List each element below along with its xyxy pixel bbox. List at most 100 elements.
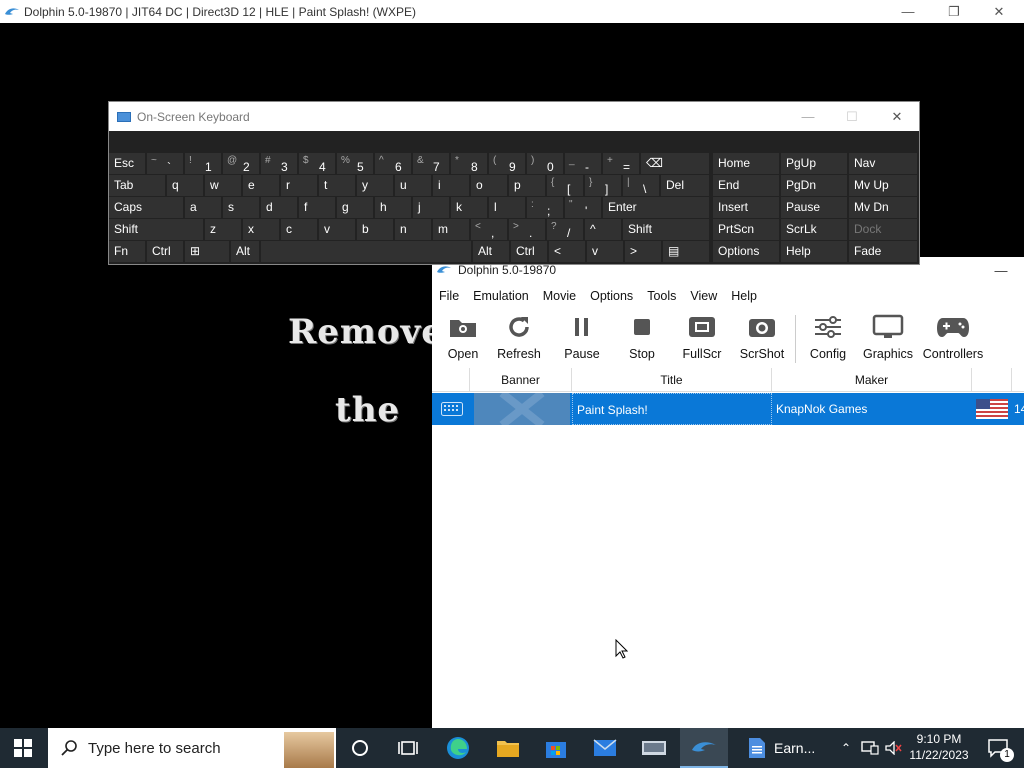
screenshot-button[interactable]: ScrShot [738, 311, 786, 367]
column-header-banner[interactable]: Banner [470, 368, 572, 392]
osk-key[interactable]: o [471, 175, 507, 196]
osk-key[interactable]: ^ 6 [375, 153, 411, 174]
osk-key[interactable]: ▤ [663, 241, 709, 262]
stop-button[interactable]: Stop [622, 311, 662, 367]
task-view-button[interactable] [385, 728, 431, 768]
osk-key[interactable]: j [413, 197, 449, 218]
close-button[interactable]: ✕ [976, 0, 1022, 23]
osk-key[interactable]: Shift [623, 219, 709, 240]
osk-nav-key[interactable]: PrtScn [713, 219, 779, 240]
osk-key[interactable]: r [281, 175, 317, 196]
osk-key[interactable]: t [319, 175, 355, 196]
osk-nav-key[interactable]: Insert [713, 197, 779, 218]
osk-key[interactable]: ⌫ [641, 153, 709, 174]
notification-button[interactable]: 1 [978, 728, 1018, 768]
menu-view[interactable]: View [683, 289, 724, 303]
osk-key[interactable]: g [337, 197, 373, 218]
osk-key[interactable]: v [587, 241, 623, 262]
table-row[interactable]: Paint Splash! KnapNok Games 14 [432, 389, 1024, 429]
fullscreen-button[interactable]: FullScr [680, 311, 724, 367]
pause-button[interactable]: Pause [562, 311, 602, 367]
word-app[interactable]: Earn... [734, 728, 824, 768]
osk-key[interactable]: _ - [565, 153, 601, 174]
osk-nav-key[interactable]: End [713, 175, 779, 196]
osk-key[interactable]: Ctrl [511, 241, 547, 262]
osk-key[interactable]: < [549, 241, 585, 262]
osk-key[interactable]: e [243, 175, 279, 196]
clock[interactable]: 9:10 PM 11/22/2023 [904, 731, 974, 763]
osk-key[interactable]: " ' [565, 197, 601, 218]
osk-key[interactable]: p [509, 175, 545, 196]
start-button[interactable] [0, 728, 46, 768]
osk-nav-key[interactable]: PgUp [781, 153, 847, 174]
controllers-button[interactable]: Controllers [923, 311, 983, 367]
osk-key[interactable]: s [223, 197, 259, 218]
chevron-up-icon[interactable]: ⌃ [836, 728, 856, 768]
osk-key[interactable]: @2 [223, 153, 259, 174]
menu-help[interactable]: Help [724, 289, 764, 303]
osk-key[interactable]: y [357, 175, 393, 196]
osk-key[interactable]: l [489, 197, 525, 218]
cortana-button[interactable] [337, 728, 383, 768]
store-app[interactable] [533, 728, 579, 768]
osk-key[interactable]: b [357, 219, 393, 240]
osk-nav-key[interactable]: Mv Dn [849, 197, 917, 218]
osk-key[interactable]: ⊞ [185, 241, 229, 262]
osk-key[interactable]: ~ ` [147, 153, 183, 174]
osk-key[interactable]: u [395, 175, 431, 196]
menu-file[interactable]: File [432, 289, 466, 303]
osk-key[interactable]: h [375, 197, 411, 218]
osk-key[interactable]: Ctrl [147, 241, 183, 262]
open-button[interactable]: Open [443, 311, 483, 367]
osk-key[interactable]: <, [471, 219, 507, 240]
osk-titlebar[interactable]: On-Screen Keyboard — ☐ ✕ [109, 102, 919, 131]
config-button[interactable]: Config [806, 311, 850, 367]
osk-key[interactable]: q [167, 175, 203, 196]
osk-nav-key[interactable]: Options [713, 241, 779, 262]
game-titlebar[interactable]: Dolphin 5.0-19870 | JIT64 DC | Direct3D … [0, 0, 1024, 23]
restore-button[interactable]: ❐ [931, 0, 977, 23]
osk-key[interactable]: k [451, 197, 487, 218]
osk-key[interactable]: #3 [261, 153, 297, 174]
osk-key[interactable]: | \ [623, 175, 659, 196]
mail-app[interactable] [582, 728, 628, 768]
osk-key[interactable]: f [299, 197, 335, 218]
osk-key[interactable]: Shift [109, 219, 203, 240]
osk-key[interactable]: ! 1 [185, 153, 221, 174]
osk-nav-key[interactable]: PgDn [781, 175, 847, 196]
osk-nav-key[interactable]: Fade [849, 241, 917, 262]
keyboard-app[interactable] [631, 728, 677, 768]
osk-key[interactable]: Fn [109, 241, 145, 262]
dolphin-app[interactable] [680, 728, 728, 768]
column-header-platform[interactable] [432, 368, 470, 392]
osk-nav-key[interactable]: Nav [849, 153, 917, 174]
osk-key[interactable]: v [319, 219, 355, 240]
minimize-button[interactable]: — [978, 257, 1024, 283]
osk-key[interactable]: Alt [231, 241, 259, 262]
osk-key[interactable]: }] [585, 175, 621, 196]
column-header-title[interactable]: Title [572, 368, 772, 392]
osk-key[interactable]: ^ [585, 219, 621, 240]
osk-key[interactable]: a [185, 197, 221, 218]
osk-key[interactable] [261, 241, 471, 262]
file-explorer-app[interactable] [485, 728, 531, 768]
maximize-button[interactable]: ☐ [829, 105, 875, 128]
osk-key[interactable]: n [395, 219, 431, 240]
osk-key[interactable]: {[ [547, 175, 583, 196]
osk-key[interactable]: > [625, 241, 661, 262]
column-header-maker[interactable]: Maker [772, 368, 972, 392]
osk-key[interactable]: + = [603, 153, 639, 174]
osk-key[interactable]: i [433, 175, 469, 196]
osk-key[interactable]: Esc [109, 153, 145, 174]
volume-muted-icon[interactable] [882, 728, 906, 768]
osk-key[interactable]: c [281, 219, 317, 240]
menu-options[interactable]: Options [583, 289, 640, 303]
osk-nav-key[interactable]: Dock [849, 219, 917, 240]
minimize-button[interactable]: — [885, 0, 931, 23]
menu-tools[interactable]: Tools [640, 289, 683, 303]
osk-key[interactable]: d [261, 197, 297, 218]
refresh-button[interactable]: Refresh [496, 311, 542, 367]
osk-key[interactable]: Enter [603, 197, 709, 218]
osk-key[interactable]: w [205, 175, 241, 196]
osk-key[interactable]: m [433, 219, 469, 240]
